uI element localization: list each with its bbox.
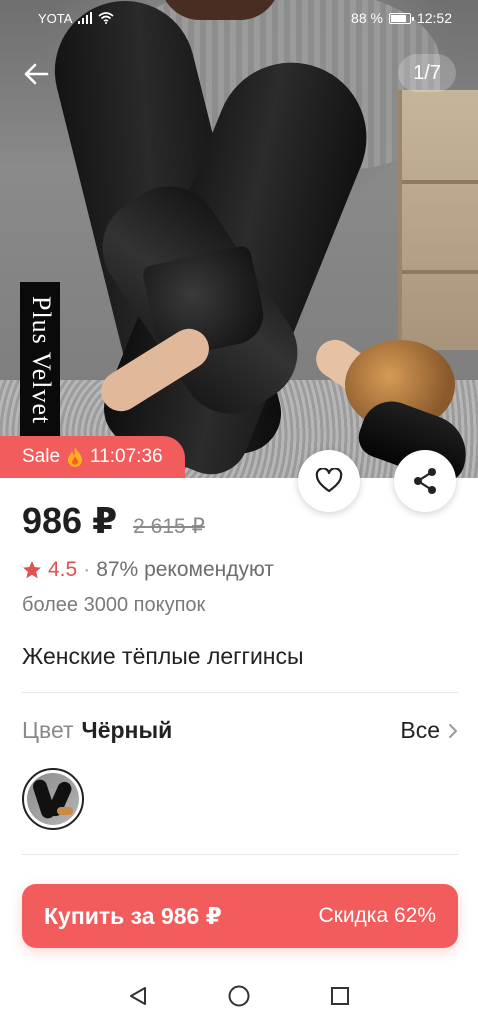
arrow-left-icon (24, 63, 49, 85)
separator-dot: · (83, 558, 91, 581)
rating-row[interactable]: 4.5 · 87% рекомендуют (22, 558, 274, 582)
color-swatch-black[interactable] (22, 768, 84, 830)
discount-label: Скидка 62% (318, 904, 436, 927)
buy-button[interactable]: Купить за 986 ₽ Скидка 62% (22, 884, 458, 948)
share-icon (414, 468, 436, 494)
rating-value: 4.5 (48, 558, 78, 581)
signal-icon (78, 12, 93, 24)
system-nav-bar (0, 968, 478, 1024)
favorite-button[interactable] (298, 450, 360, 512)
fire-icon (68, 447, 83, 467)
wifi-icon (98, 12, 114, 24)
product-title: Женские тёплые леггинсы (22, 643, 304, 669)
divider (22, 854, 458, 855)
battery-icon (388, 12, 414, 24)
buy-label: Купить за 986 ₽ (44, 902, 222, 929)
color-swatch-image (27, 773, 79, 825)
purchases-count: более 3000 покупок (22, 594, 206, 616)
divider (22, 692, 458, 693)
recommend-text: 87% рекомендуют (96, 558, 274, 581)
price-old: 2 615 ₽ (133, 515, 205, 538)
color-selector-row[interactable]: Цвет Чёрный Все (22, 717, 458, 744)
image-text: Plus Velvet (27, 296, 56, 425)
heart-icon (315, 468, 343, 493)
star-icon (23, 561, 41, 579)
share-button[interactable] (394, 450, 456, 512)
clock: 12:52 (416, 10, 452, 26)
color-value: Чёрный (81, 717, 173, 743)
sale-label: Sale (22, 446, 61, 467)
see-all-label: Все (400, 717, 440, 743)
image-counter: 1/7 (398, 54, 456, 92)
recents-square-icon[interactable] (329, 985, 351, 1007)
back-button[interactable] (14, 52, 58, 96)
price-current: 986 ₽ (22, 500, 118, 541)
back-triangle-icon[interactable] (127, 985, 149, 1007)
image-text-label: Plus Velvet (20, 282, 60, 442)
image-crate (398, 90, 478, 350)
see-all-colors-link[interactable]: Все (400, 717, 458, 744)
chevron-right-icon (449, 723, 457, 738)
color-label: Цвет (22, 717, 74, 743)
battery-percent: 88 % (351, 10, 383, 26)
price-row: 986 ₽ 2 615 ₽ (22, 500, 205, 542)
status-bar: YOTA 88 % 12:52 (0, 0, 478, 36)
sale-timer: 11:07:36 (90, 446, 163, 467)
carrier-name: YOTA (38, 10, 73, 26)
sale-badge: Sale 11:07:36 (0, 436, 185, 478)
home-circle-icon[interactable] (227, 984, 251, 1008)
